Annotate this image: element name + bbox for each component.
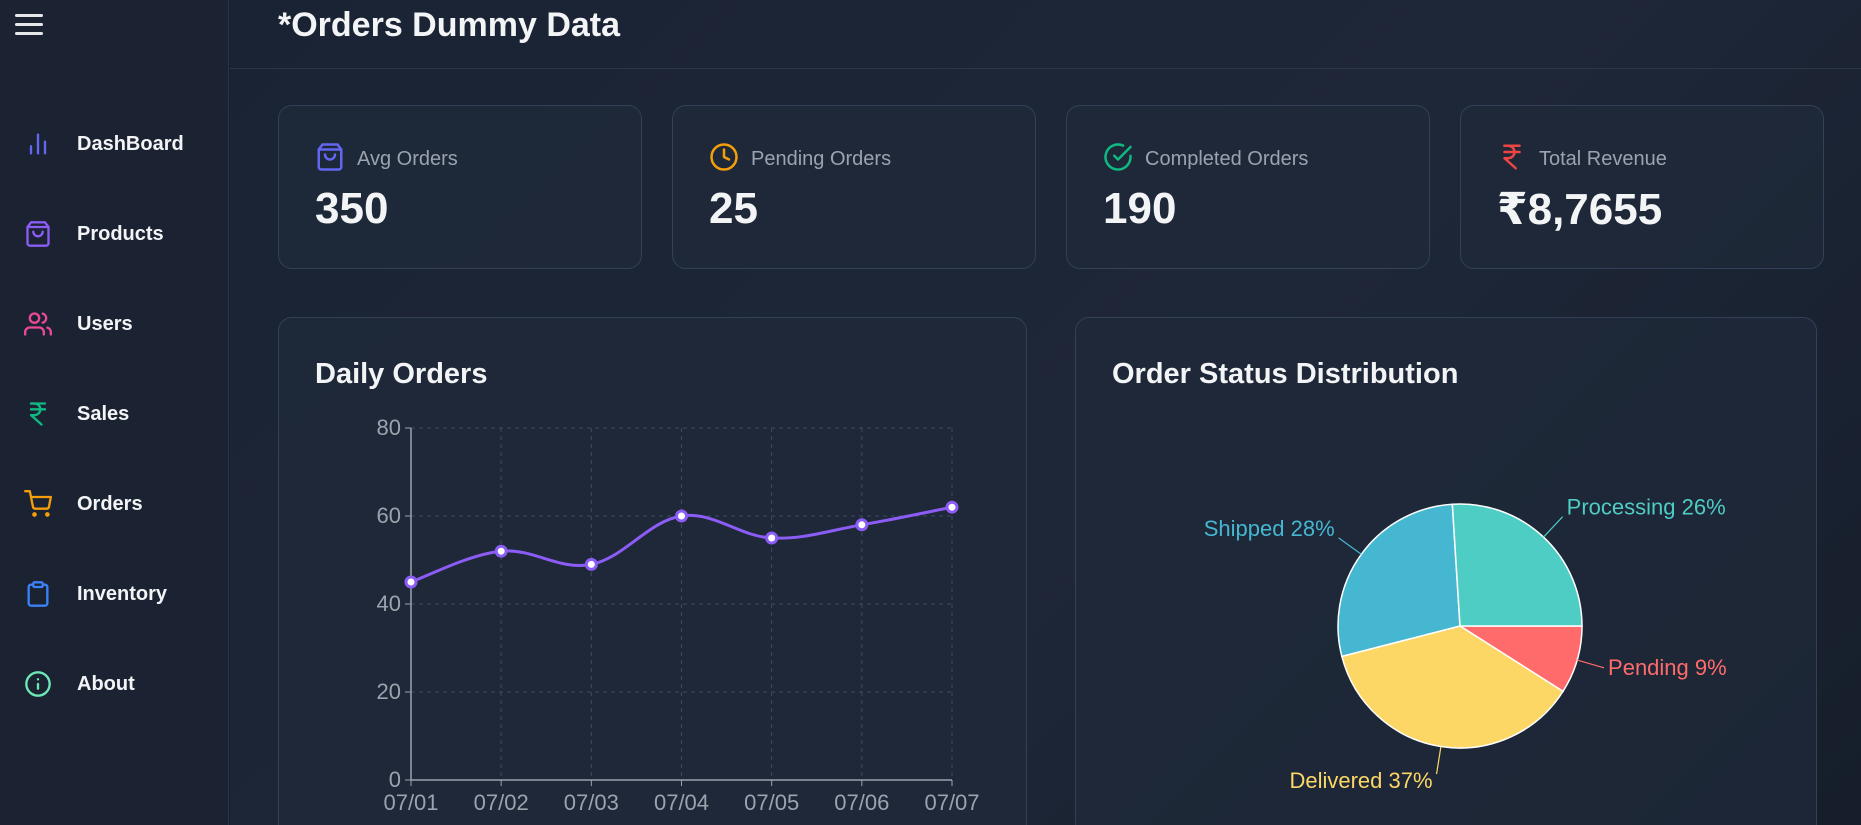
x-tick-label: 07/02 — [474, 790, 529, 815]
pie-slice-label: Pending 9% — [1608, 655, 1727, 680]
rupee-icon — [29, 402, 47, 426]
y-tick-label: 20 — [377, 679, 401, 704]
data-point — [675, 509, 688, 523]
app: DashBoard Products Users Sales Orders In… — [0, 0, 1861, 825]
daily-orders-panel: Daily Orders 0 20 40 60 80 07/01 07/02 07/03 07/… — [278, 317, 1027, 825]
sidebar-item-inventory[interactable]: Inventory — [0, 564, 229, 624]
users-icon — [24, 312, 52, 336]
x-tick-label: 07/06 — [834, 790, 889, 815]
data-point — [404, 575, 418, 589]
pie-leader-line — [1576, 659, 1605, 669]
main-content: *Orders Dummy Data Avg Orders 350 Pendin… — [230, 0, 1861, 825]
order-status-panel: Order Status Distribution Pending 9% Deli… — [1075, 317, 1817, 825]
sidebar-item-label: About — [77, 672, 135, 695]
x-tick-label: 07/01 — [383, 790, 438, 815]
pie-slice — [1451, 503, 1583, 627]
x-tick-label: 07/05 — [744, 790, 799, 815]
stat-label: Pending Orders — [751, 148, 892, 170]
stat-card-pending-orders: Pending Orders 25 — [672, 105, 1036, 269]
stat-card-total-revenue: Total Revenue ₹8,7655 — [1460, 105, 1824, 269]
hamburger-icon[interactable] — [15, 14, 43, 38]
sidebar-item-label: Orders — [77, 492, 143, 515]
order-status-pie-chart: Pending 9% Delivered 37% Shipped 28% Proces… — [1204, 495, 1727, 793]
stat-value: 350 — [315, 184, 389, 233]
y-tick-label: 80 — [377, 415, 401, 440]
check-circle-icon — [1104, 143, 1132, 171]
shopping-bag-icon — [26, 221, 50, 247]
clipboard-icon — [27, 581, 49, 607]
sidebar-item-label: Users — [77, 312, 133, 335]
header: *Orders Dummy Data — [230, 0, 1861, 69]
pie-slice-label: Delivered 37% — [1289, 768, 1432, 793]
y-tick-label: 0 — [389, 767, 401, 792]
stat-label: Total Revenue — [1539, 148, 1667, 170]
data-point — [855, 518, 869, 532]
data-point — [584, 557, 598, 571]
y-tick-label: 60 — [377, 503, 401, 528]
sidebar-item-sales[interactable]: Sales — [0, 384, 229, 444]
data-point — [945, 500, 959, 514]
stat-value: ₹8,7655 — [1497, 185, 1663, 234]
y-tick-label: 40 — [377, 591, 401, 616]
pie-leader-line — [1435, 746, 1442, 775]
clock-icon — [710, 143, 738, 171]
stat-label: Completed Orders — [1145, 148, 1309, 170]
sidebar-item-users[interactable]: Users — [0, 294, 229, 354]
x-tick-label: 07/04 — [654, 790, 709, 815]
rupee-icon — [1503, 144, 1521, 170]
bar-chart-icon — [29, 133, 47, 155]
pie-leader-line — [1338, 537, 1362, 555]
info-icon — [25, 671, 51, 697]
page-title: *Orders Dummy Data — [278, 6, 621, 44]
data-point — [765, 531, 779, 545]
data-point — [494, 544, 508, 558]
sidebar-item-orders[interactable]: Orders — [0, 474, 229, 534]
sidebar-item-label: Products — [77, 222, 164, 245]
stat-value: 190 — [1103, 184, 1177, 233]
shopping-cart-icon — [24, 490, 52, 517]
sidebar-item-about[interactable]: About — [0, 654, 229, 714]
pie-slice-label: Shipped 28% — [1204, 516, 1335, 541]
stat-card-completed-orders: Completed Orders 190 — [1066, 105, 1430, 269]
stat-label: Avg Orders — [357, 148, 458, 170]
stat-value: 25 — [709, 184, 758, 233]
sidebar-item-label: Sales — [77, 402, 130, 425]
sidebar-item-products[interactable]: Products — [0, 204, 229, 264]
shopping-bag-icon — [317, 143, 343, 171]
sidebar-item-label: Inventory — [77, 582, 168, 605]
pie-slice-label: Processing 26% — [1567, 495, 1726, 520]
x-tick-label: 07/07 — [924, 790, 979, 815]
sidebar-item-label: DashBoard — [77, 132, 184, 155]
daily-orders-chart: 0 20 40 60 80 07/01 07/02 07/03 07/04 07/05 07/06 0… — [377, 415, 980, 815]
sidebar-item-dashboard[interactable]: DashBoard — [0, 114, 229, 174]
sidebar: DashBoard Products Users Sales Orders In… — [0, 0, 229, 825]
stat-card-avg-orders: Avg Orders 350 — [278, 105, 642, 269]
pie-leader-line — [1543, 516, 1564, 538]
x-tick-label: 07/03 — [564, 790, 619, 815]
